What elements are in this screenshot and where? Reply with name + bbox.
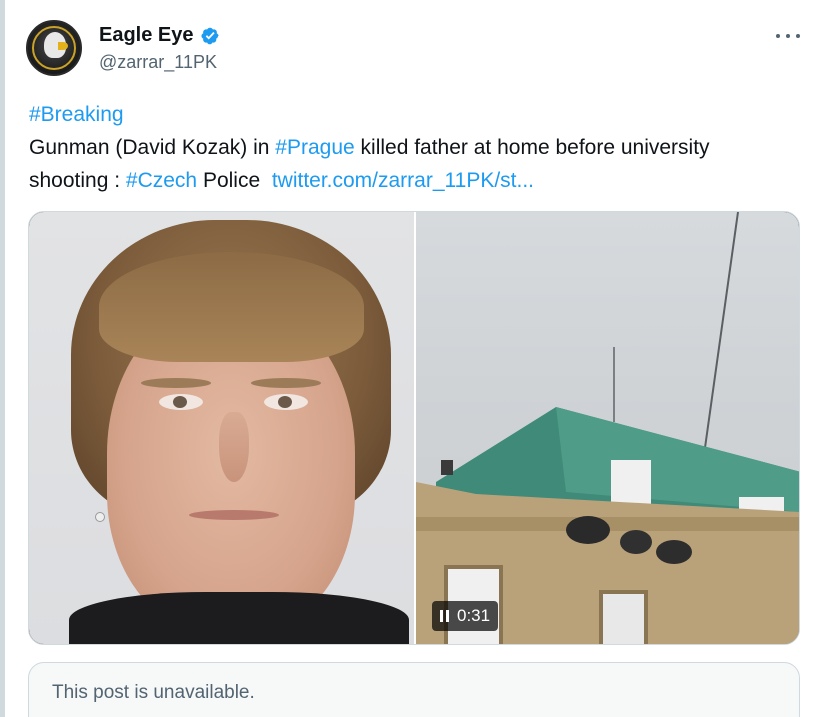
- video-thumbnail[interactable]: [416, 212, 799, 644]
- more-dot: [786, 34, 790, 38]
- author-handle[interactable]: @zarrar_11PK: [99, 52, 217, 73]
- photo-brow: [251, 378, 321, 388]
- photo-fringe: [99, 252, 364, 362]
- building-scene: [416, 212, 799, 644]
- video-duration-badge[interactable]: 0:31: [432, 601, 499, 631]
- photo-shirt: [69, 592, 409, 644]
- quoted-post-unavailable: This post is unavailable.: [28, 662, 800, 717]
- tweet-text-segment: Police: [197, 169, 272, 192]
- photo-mouth: [189, 510, 279, 520]
- tweet-link[interactable]: twitter.com/zarrar_11PK/st...: [272, 169, 534, 192]
- eagle-beak-icon: [58, 42, 68, 50]
- tweet-text-segment: killed father at home before university: [354, 136, 710, 159]
- unavailable-message: This post is unavailable.: [52, 682, 255, 703]
- pause-icon[interactable]: [440, 610, 449, 622]
- hashtag-czech[interactable]: #Czech: [126, 169, 197, 192]
- photo-eye: [264, 394, 308, 410]
- verified-badge-icon[interactable]: [200, 26, 220, 46]
- hashtag-prague[interactable]: #Prague: [275, 136, 354, 159]
- tweet-line-1: #Breaking: [29, 98, 809, 131]
- more-dot: [796, 34, 800, 38]
- photo-earring: [95, 512, 105, 522]
- photo-eye: [159, 394, 203, 410]
- video-time: 0:31: [457, 606, 491, 625]
- author-display-name[interactable]: Eagle Eye: [99, 24, 194, 47]
- more-options-icon[interactable]: [776, 26, 800, 46]
- tweet-text-segment: shooting :: [29, 169, 126, 192]
- photo-brow: [141, 378, 211, 388]
- tweet-text: #Breaking Gunman (David Kozak) in #Pragu…: [29, 98, 809, 197]
- tweet-line-3: shooting : #Czech Police twitter.com/zar…: [29, 164, 809, 197]
- author-name-row: Eagle Eye: [99, 24, 220, 47]
- hashtag-breaking[interactable]: #Breaking: [29, 103, 124, 126]
- tweet-line-2: Gunman (David Kozak) in #Prague killed f…: [29, 131, 809, 164]
- tweet-text-segment: Gunman (David Kozak) in: [29, 136, 276, 159]
- photo-nose: [219, 412, 249, 482]
- left-border-rule: [0, 0, 5, 717]
- more-dot: [776, 34, 780, 38]
- media-grid: 0:31: [28, 211, 800, 645]
- portrait-photo[interactable]: [29, 212, 414, 644]
- author-avatar[interactable]: [26, 20, 82, 76]
